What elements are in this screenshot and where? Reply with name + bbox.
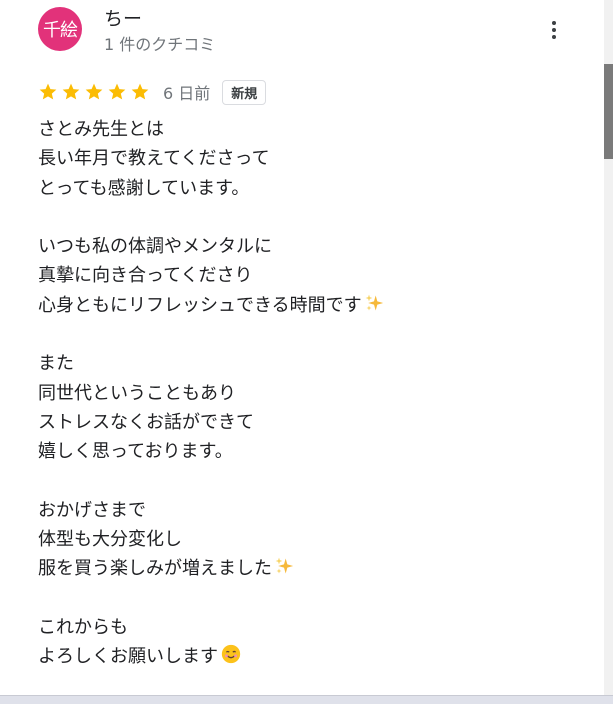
review-line-text: よろしくお願いします (38, 646, 218, 668)
smiling-face-icon (221, 645, 241, 664)
sparkles-icon (275, 558, 294, 574)
more-vert-icon-dot (552, 28, 556, 32)
star-icon (85, 83, 103, 100)
reviewer-review-count[interactable]: 1 件のクチコミ (104, 31, 215, 55)
more-vert-icon-dot (552, 35, 556, 39)
review-line: 真摯に向き合ってくださり (38, 261, 578, 290)
review-line: また (38, 349, 578, 378)
review-line: これからも (38, 613, 578, 642)
new-badge: 新規 (222, 79, 267, 105)
review-line-text: 体型も大分変化し (38, 529, 182, 551)
review-line-text: 長い年月で教えてくださって (38, 148, 270, 170)
review-line-text: いつも私の体調やメンタルに (38, 236, 272, 258)
review-line-text: また (38, 353, 74, 375)
more-vert-icon (552, 21, 556, 25)
review-line-text: 同世代ということもあり (38, 382, 236, 404)
review-line: 心身ともにリフレッシュできる時間です (38, 291, 578, 320)
avatar-text: 千絵 (43, 20, 78, 41)
review-line: 長い年月で教えてくださって (38, 144, 578, 173)
avatar[interactable]: 千絵 (38, 7, 82, 51)
star-icon (108, 83, 126, 100)
star-icon (131, 83, 149, 100)
review-line: とっても感謝しています。 (38, 174, 578, 203)
reviewer-name[interactable]: ちー (104, 4, 142, 31)
review-line-text: ストレスなくお話ができて (38, 411, 254, 433)
review-line-text: 服を買う楽しみが増えました (38, 558, 272, 580)
review-line: さとみ先生とは (38, 115, 578, 144)
review-line: 体型も大分変化し (38, 525, 578, 554)
review-line-text: 心身ともにリフレッシュできる時間です (38, 294, 362, 316)
star-icon (39, 83, 57, 100)
more-options-button[interactable] (542, 16, 566, 44)
left-margin (0, 0, 22, 703)
review-text: さとみ先生とは長い年月で教えてくださって とっても感謝しています。 いつも私の体調や… (38, 115, 578, 672)
review-line: いつも私の体調やメンタルに (38, 232, 578, 261)
rating-row: 6 日前 新規 (38, 78, 267, 106)
sparkles-icon (365, 294, 383, 311)
review-card: 千絵 ちー 1 件のクチコミ 6 日前 新規 さとみ先生とは長い年月で教えてくだ… (22, 0, 613, 695)
review-line-text: おかげさまで (38, 499, 146, 521)
star-icon (62, 83, 80, 100)
review-line-text: これからも (38, 617, 128, 639)
review-line: 嬉しく思っております。 (38, 437, 578, 466)
review-date: 6 日前 (163, 84, 211, 103)
review-line-text: 嬉しく思っております。 (38, 441, 233, 463)
review-line-text: さとみ先生とは (38, 119, 164, 140)
review-line-text: とっても感謝しています。 (38, 177, 250, 199)
review-line-text: 真摯に向き合ってくださり (38, 265, 253, 287)
star-rating (38, 82, 153, 102)
review-line: おかげさまで (38, 496, 578, 525)
review-line: ストレスなくお話ができて (38, 408, 578, 437)
review-line: 服を買う楽しみが増えました (38, 554, 578, 583)
scrollbar-thumb[interactable] (604, 64, 613, 159)
review-line: よろしくお願いします (38, 642, 578, 671)
review-line: 同世代ということもあり (38, 379, 578, 408)
